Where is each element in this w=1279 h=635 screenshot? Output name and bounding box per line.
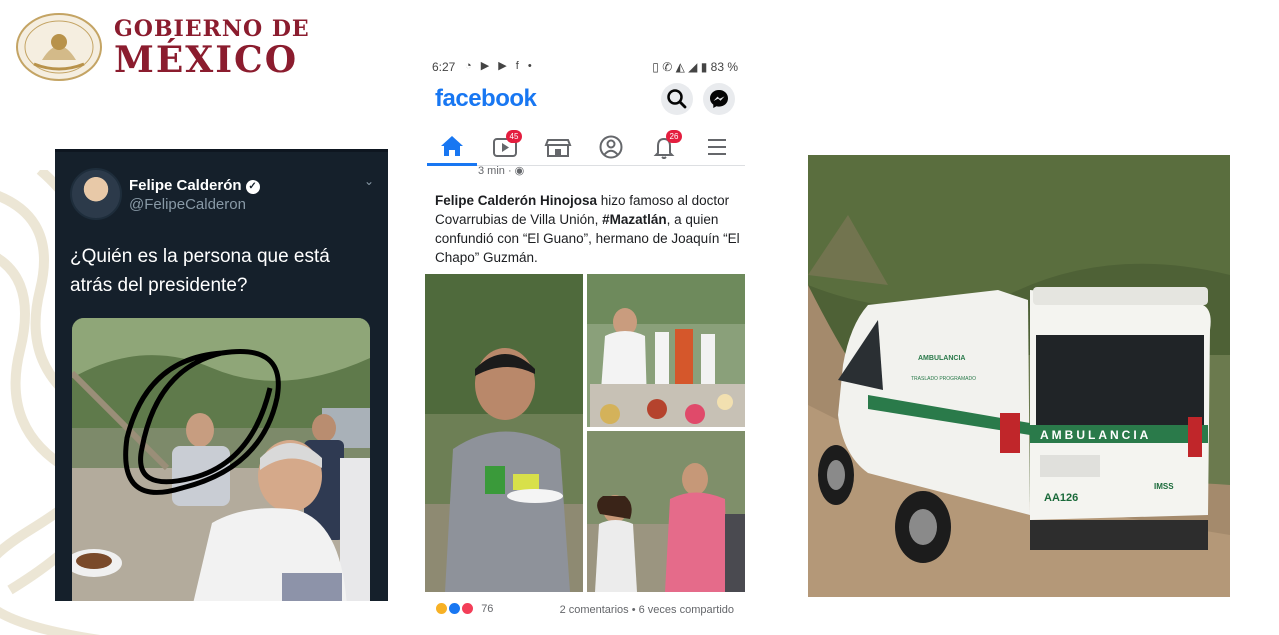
tab-marketplace[interactable] <box>533 128 583 166</box>
tab-menu[interactable] <box>692 128 742 166</box>
facebook-screenshot: 6:27 ◔ ▶ ▶ f • ▯ ✆ ◭ ◢ ▮ 83 % facebook 4… <box>425 52 750 635</box>
video-icon <box>493 138 517 157</box>
tweet-text: ¿Quién es la persona que está atrás del … <box>70 246 330 296</box>
reactions-summary[interactable]: 76 <box>435 602 493 615</box>
watch-badge: 45 <box>506 130 522 143</box>
post-author[interactable]: Felipe Calderón Hinojosa <box>435 193 597 208</box>
logo-line-2: MÉXICO <box>114 39 299 81</box>
search-button[interactable] <box>661 83 693 115</box>
photo-table <box>587 274 745 427</box>
status-time: 6:27 <box>432 60 456 74</box>
notification-icons: ◔ ▶ ▶ f • <box>465 60 535 72</box>
tweet-photo[interactable] <box>72 318 370 601</box>
status-indicators: ▯ ✆ ◭ ◢ ▮ 83 % <box>652 60 738 74</box>
ambulance-photo: AMBULANCIA TRASLADO PROGRAMADO AMBULANCI… <box>808 155 1230 597</box>
messenger-icon <box>710 90 728 108</box>
tab-watch[interactable]: 45 <box>480 128 530 166</box>
tweet-card: Felipe Calderón ✓ @FelipeCalderon ⌄ ¿Quié… <box>55 149 388 601</box>
facebook-logo[interactable]: facebook <box>435 85 537 113</box>
home-icon <box>441 136 463 156</box>
notifications-badge: 26 <box>666 130 682 143</box>
like-reaction-icon <box>448 602 462 615</box>
post-text: Felipe Calderón Hinojosa hizo famoso al … <box>435 191 745 267</box>
photo-handshake <box>587 431 745 592</box>
plate-label: AA126 <box>1044 492 1078 504</box>
post-stats[interactable]: 2 comentarios • 6 veces compartido <box>560 604 734 616</box>
verified-badge-icon: ✓ <box>245 180 260 194</box>
search-icon <box>667 89 687 109</box>
coat-of-arms-seal-icon <box>16 13 102 81</box>
status-bar: 6:27 ◔ ▶ ▶ f • ▯ ✆ ◭ ◢ ▮ 83 % <box>425 58 750 76</box>
side-sublabel: TRASLADO PROGRAMADO <box>911 376 976 382</box>
tab-profile[interactable] <box>586 128 636 166</box>
side-label: AMBULANCIA <box>918 355 965 362</box>
tab-bar: 45 26 <box>427 128 745 166</box>
post-hashtag[interactable]: #Mazatlán <box>602 212 667 227</box>
reactions-count: 76 <box>481 603 494 615</box>
love-reaction-icon <box>461 602 475 615</box>
post-timestamp[interactable]: 3 min · ◉ <box>478 164 524 177</box>
messenger-button[interactable] <box>703 83 735 115</box>
gobierno-de-mexico-logo: GOBIERNO DE MÉXICO <box>14 12 334 84</box>
chevron-down-icon[interactable]: ⌄ <box>364 174 374 188</box>
tweet-author-name[interactable]: Felipe Calderón ✓ <box>129 177 260 194</box>
tweet-handle[interactable]: @FelipeCalderon <box>129 196 246 213</box>
marketplace-icon <box>544 139 572 157</box>
tab-home[interactable] <box>427 128 477 166</box>
author-name-text: Felipe Calderón <box>129 177 242 194</box>
imss-label: IMSS <box>1154 482 1174 491</box>
rear-label: AMBULANCIA <box>1040 428 1151 442</box>
profile-icon <box>599 135 623 159</box>
menu-icon <box>708 139 726 155</box>
post-photo-grid[interactable] <box>425 274 745 592</box>
haha-reaction-icon <box>435 602 448 615</box>
tab-notifications[interactable]: 26 <box>639 128 689 166</box>
avatar[interactable] <box>70 168 122 220</box>
logo-line-1: GOBIERNO DE <box>114 16 310 42</box>
photo-doctor <box>425 274 583 592</box>
